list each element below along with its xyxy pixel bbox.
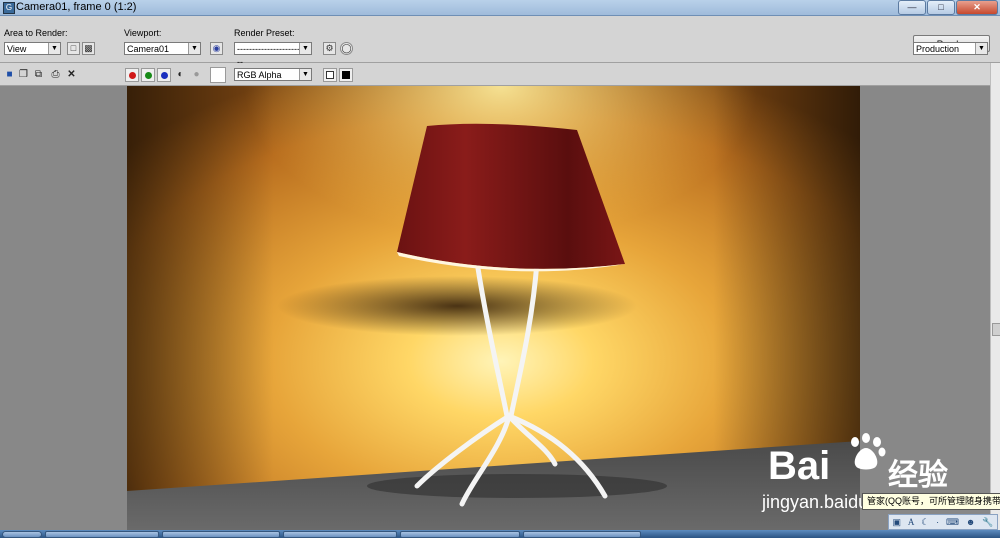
red-channel-toggle[interactable] (125, 68, 139, 82)
lock-icon[interactable]: ◉ (210, 42, 223, 55)
minimize-icon[interactable]: — (898, 0, 926, 15)
production-value: Production (916, 44, 960, 54)
taskbar-item-1[interactable] (45, 531, 159, 538)
green-dot-icon (145, 72, 152, 79)
red-dot-icon (129, 72, 136, 79)
auto-region-icon[interactable]: ▩ (82, 42, 95, 55)
green-channel-toggle[interactable] (141, 68, 155, 82)
rendered-image (127, 86, 860, 530)
render-setup-icon[interactable]: ⚙ (323, 42, 336, 55)
swatch-color[interactable] (210, 67, 226, 83)
app-icon: G (3, 2, 15, 14)
display-toggle-2-icon[interactable] (339, 68, 353, 82)
clear-icon[interactable]: ✕ (66, 69, 77, 80)
wrench-icon[interactable]: 🔧 (982, 517, 993, 528)
chevron-down-icon: ▼ (299, 43, 311, 54)
window-title: Camera01, frame 0 (1:2) (16, 1, 137, 13)
keyboard-icon[interactable]: ⌨ (946, 517, 959, 528)
display-toggle-1-icon[interactable] (323, 68, 337, 82)
clone-icon[interactable]: ❐ (18, 69, 29, 80)
channel-display-dropdown[interactable]: RGB Alpha ▼ (234, 68, 312, 81)
production-dropdown[interactable]: Production ▼ (913, 42, 988, 55)
area-to-render-label: Area to Render: (4, 28, 68, 38)
copy-icon[interactable]: ⧉ (33, 69, 44, 80)
print-icon[interactable]: ⎙ (50, 69, 61, 80)
channel-display-value: RGB Alpha (237, 70, 282, 80)
blue-dot-icon (161, 72, 168, 79)
display-toggle-1-glyph (326, 71, 334, 79)
render-preset-dropdown[interactable]: -------------------------- ▼ (234, 42, 312, 67)
taskbar-item-3[interactable] (283, 531, 397, 538)
title-bar: G Camera01, frame 0 (1:2) — □ ✕ (0, 0, 1000, 16)
q-icon[interactable]: ▣ (892, 517, 901, 528)
taskbar-item-2[interactable] (162, 531, 280, 538)
area-to-render-dropdown[interactable]: View ▼ (4, 42, 61, 55)
frame-buffer-toolbar: ■ ❐ ⧉ ⎙ ✕ ◐ ● RGB Alpha ▼ (0, 63, 1000, 86)
alpha-toggle-icon[interactable]: ◐ (175, 69, 186, 80)
chevron-down-icon: ▼ (975, 43, 987, 54)
taskbar-item-4[interactable] (400, 531, 520, 538)
os-taskbar (0, 530, 1000, 538)
maximize-icon[interactable]: □ (927, 0, 955, 15)
system-tray: ▣ A ☾ · ⌨ ☻ 🔧 (888, 514, 998, 530)
chevron-down-icon: ▼ (299, 69, 311, 80)
area-to-render-value: View (7, 44, 27, 54)
tooltip: 管家(QQ账号，可所管理随身携带) (862, 493, 1000, 510)
floor-shadow (367, 474, 667, 498)
save-icon[interactable]: ■ (4, 69, 15, 80)
watermark-brand: Bai (768, 444, 831, 488)
chevron-down-icon: ▼ (48, 43, 60, 54)
display-toggle-2-glyph (342, 71, 350, 79)
dot-icon[interactable]: · (936, 517, 939, 527)
scrollbar-thumb[interactable] (992, 323, 1000, 336)
close-icon[interactable]: ✕ (956, 0, 998, 15)
lamp-render (127, 86, 860, 530)
moon-icon[interactable]: ☾ (921, 517, 929, 528)
taskbar-item-5[interactable] (523, 531, 641, 538)
viewport-value: Camera01 (127, 44, 170, 54)
viewport-label: Viewport: (124, 28, 162, 38)
blue-channel-toggle[interactable] (157, 68, 171, 82)
window-controls: — □ ✕ (897, 0, 998, 15)
vertical-scrollbar[interactable] (990, 63, 1000, 530)
viewport-dropdown[interactable]: Camera01 ▼ (124, 42, 201, 55)
environment-icon[interactable]: ◯ (340, 42, 353, 55)
paw-icon (851, 433, 886, 470)
a-icon[interactable]: A (908, 517, 915, 527)
user-icon[interactable]: ☻ (966, 517, 975, 527)
render-settings-toolbar: Area to Render: View ▼ □ ▩ Viewport: Cam… (0, 16, 1000, 67)
start-button[interactable] (2, 531, 42, 538)
render-preset-label: Render Preset: (234, 28, 295, 38)
mono-toggle-icon[interactable]: ● (191, 69, 202, 80)
watermark-brand-cn: 经验 (888, 459, 948, 492)
chevron-down-icon: ▼ (188, 43, 200, 54)
edit-region-icon[interactable]: □ (67, 42, 80, 55)
